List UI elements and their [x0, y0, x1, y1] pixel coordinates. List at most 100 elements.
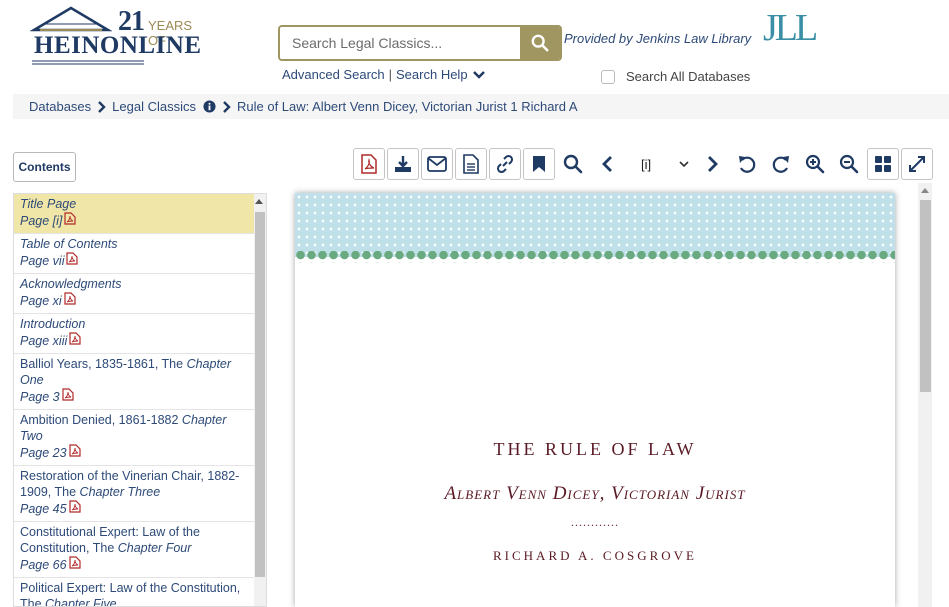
- download-icon: [395, 156, 411, 172]
- search-input[interactable]: [280, 27, 520, 59]
- toc-scroll-thumb[interactable]: [255, 212, 265, 577]
- toc-item-title: Title Page: [20, 196, 249, 212]
- toc-item[interactable]: Acknowledgments Page xi: [14, 274, 255, 314]
- toc-item-page[interactable]: Page [i]: [20, 212, 249, 229]
- rotate-left-button[interactable]: [731, 148, 763, 180]
- jll-logo[interactable]: JLL: [763, 6, 818, 50]
- prev-page-icon: [602, 156, 612, 172]
- advanced-search-link[interactable]: Advanced Search: [282, 67, 385, 82]
- search-in-doc-button[interactable]: [557, 148, 589, 180]
- toc-item[interactable]: Balliol Years, 1835-1861, The Chapter On…: [14, 354, 255, 410]
- toc-item[interactable]: Ambition Denied, 1861-1882 Chapter Two Pa…: [14, 410, 255, 466]
- zoom-in-icon: [805, 154, 825, 174]
- chevron-down-icon: [679, 161, 689, 168]
- email-button[interactable]: [421, 148, 453, 180]
- toc-item-title-text: Ambition Denied, 1861-1882: [20, 413, 182, 427]
- page-subtitle-line: Albert Venn Dicey, Victorian Jurist: [444, 483, 746, 504]
- toc-item-title-text: Title Page: [20, 197, 77, 211]
- logo-underline: [32, 60, 144, 65]
- viewer-scrollbar[interactable]: [918, 183, 932, 607]
- toc-item-chapter: Chapter Five: [45, 597, 117, 607]
- toc-item[interactable]: Table of Contents Page vii: [14, 234, 255, 274]
- text-button[interactable]: [455, 148, 487, 180]
- bookmark-button[interactable]: [523, 148, 555, 180]
- prev-page-button[interactable]: [591, 148, 623, 180]
- pdf-icon[interactable]: [62, 388, 74, 405]
- search-all-databases[interactable]: Search All Databases: [601, 69, 750, 84]
- toc-item-page-label: Page 45: [20, 501, 67, 516]
- toc-item-page[interactable]: Page 45: [20, 500, 249, 517]
- toc-item-page-label: Page xiii: [20, 333, 68, 348]
- link-button[interactable]: [489, 148, 521, 180]
- logo-name: HEINONLINE: [34, 32, 202, 59]
- pdf-icon[interactable]: [64, 292, 76, 309]
- rotate-left-icon: [739, 156, 756, 173]
- page-author-line: RICHARD A. COSGROVE: [493, 548, 697, 563]
- pdf-icon[interactable]: [64, 212, 76, 229]
- toc-item-page[interactable]: Page xi: [20, 292, 249, 309]
- download-button[interactable]: [387, 148, 419, 180]
- toc-item-title: Introduction: [20, 316, 249, 332]
- pdf-icon[interactable]: [68, 444, 81, 461]
- search-icon: [563, 154, 583, 174]
- search-box: [278, 25, 562, 61]
- toc-item[interactable]: Restoration of the Vinerian Chair, 1882-…: [14, 466, 255, 522]
- contents-button[interactable]: Contents: [13, 152, 76, 182]
- toc-item-page-label: Page 3: [20, 389, 60, 404]
- toc-item-title-text: Table of Contents: [20, 237, 118, 251]
- email-icon: [427, 156, 447, 172]
- page-select-value: [i]: [641, 156, 652, 172]
- pdf-icon[interactable]: [69, 332, 81, 349]
- toc-item-title: Political Expert: Law of the Constitutio…: [20, 580, 249, 607]
- fullscreen-button[interactable]: [901, 148, 933, 180]
- search-button[interactable]: [520, 27, 560, 59]
- toc-item-page-label: Page xi: [20, 293, 62, 308]
- viewer-scroll-thumb[interactable]: [920, 200, 931, 392]
- toc-item-page[interactable]: Page vii: [20, 252, 249, 269]
- rotate-right-button[interactable]: [765, 148, 797, 180]
- toc-item-title: Acknowledgments: [20, 276, 249, 292]
- text-icon: [463, 154, 479, 174]
- chevron-down-icon[interactable]: [472, 70, 486, 80]
- toc-item-page[interactable]: Page 23: [20, 444, 249, 461]
- scroll-up-arrow[interactable]: [921, 188, 929, 193]
- rotate-right-icon: [772, 156, 789, 173]
- grid-view-button[interactable]: [867, 148, 899, 180]
- provider-text: Provided by Jenkins Law Library: [564, 31, 752, 46]
- toc-item[interactable]: Constitutional Expert: Law of the Consti…: [14, 522, 255, 578]
- toc-item-title: Ambition Denied, 1861-1882 Chapter Two: [20, 412, 249, 444]
- toc-item-title-text: Balliol Years, 1835-1861, The: [20, 357, 187, 371]
- pdf-icon[interactable]: [68, 500, 81, 517]
- toc-item[interactable]: Introduction Page xiii: [14, 314, 255, 354]
- toc-item[interactable]: Title Page Page [i]: [14, 194, 255, 234]
- next-page-button[interactable]: [697, 148, 729, 180]
- page-decorative-border: [295, 251, 895, 263]
- breadcrumb-current-title[interactable]: Rule of Law: Albert Venn Dicey, Victoria…: [237, 99, 578, 114]
- search-all-checkbox[interactable]: [601, 69, 615, 84]
- info-icon[interactable]: [203, 100, 216, 113]
- search-links: Advanced Search | Search Help: [282, 67, 486, 82]
- pdf-button[interactable]: [353, 148, 385, 180]
- toc-item[interactable]: Political Expert: Law of the Constitutio…: [14, 578, 255, 607]
- chevron-right-icon: [97, 100, 106, 113]
- breadcrumb: Databases Legal Classics Rule of Law: Al…: [13, 94, 949, 119]
- heinonline-logo[interactable]: 21 YEARS OF HEINONLINE: [30, 6, 210, 66]
- breadcrumb-databases[interactable]: Databases: [29, 99, 91, 114]
- toc-item-page[interactable]: Page 3: [20, 388, 249, 405]
- toc-item-page[interactable]: Page 66: [20, 556, 249, 573]
- scroll-up-arrow[interactable]: [255, 199, 263, 204]
- zoom-out-button[interactable]: [833, 148, 865, 180]
- breadcrumb-legal-classics[interactable]: Legal Classics: [112, 99, 196, 114]
- page-select[interactable]: [i]: [625, 148, 695, 180]
- toc-scrollbar[interactable]: [254, 194, 266, 606]
- zoom-in-button[interactable]: [799, 148, 831, 180]
- document-page: THE RULE OF LAW Albert Venn Dicey, Victo…: [295, 193, 895, 607]
- toc-item-page[interactable]: Page xiii: [20, 332, 249, 349]
- zoom-out-icon: [839, 154, 859, 174]
- toc-item-title: Table of Contents: [20, 236, 249, 252]
- search-help-link[interactable]: Search Help: [396, 67, 468, 82]
- toc-item-page-label: Page [i]: [20, 213, 63, 228]
- link-icon: [496, 154, 514, 174]
- pdf-icon[interactable]: [68, 556, 81, 573]
- pdf-icon[interactable]: [66, 252, 79, 269]
